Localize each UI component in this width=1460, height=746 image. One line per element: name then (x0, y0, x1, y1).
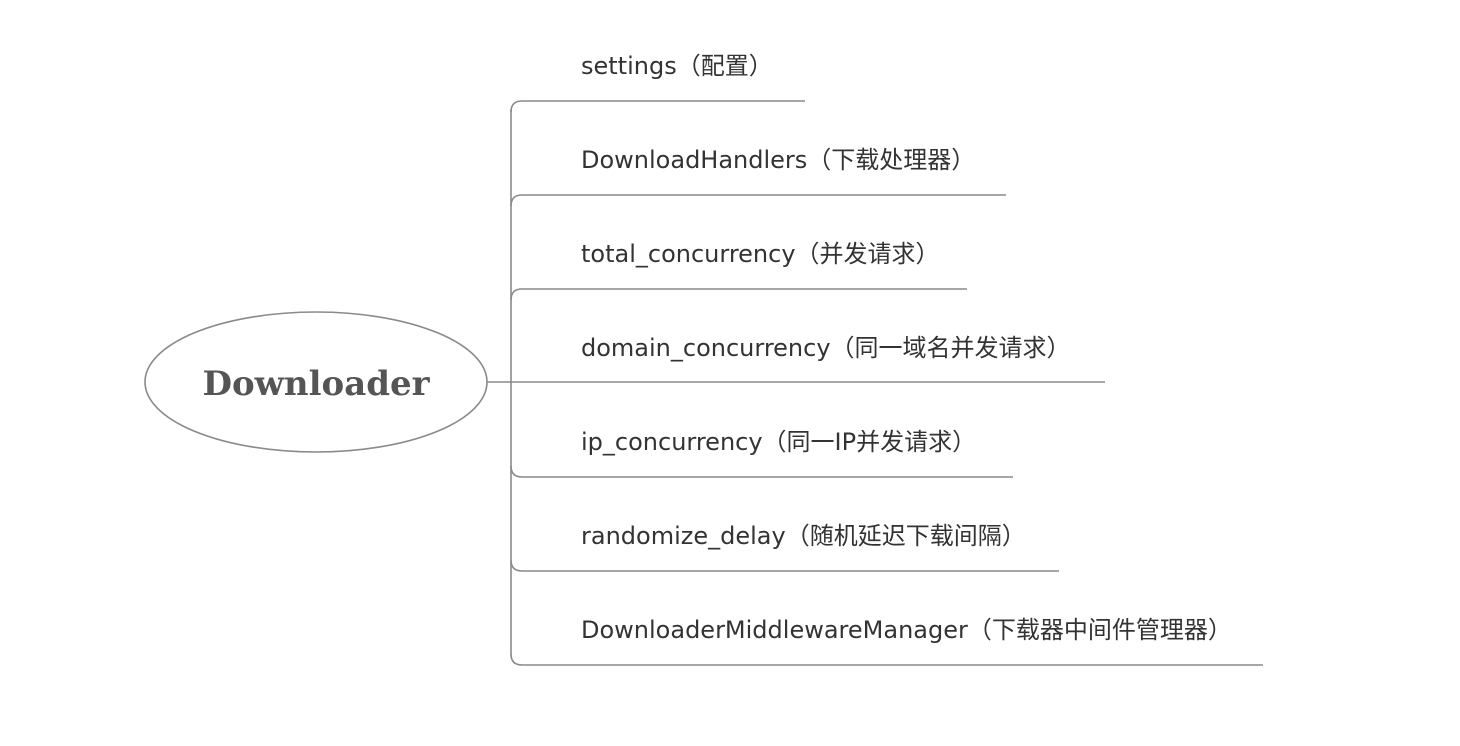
branch-label: DownloaderMiddlewareManager（下载器中间件管理器） (581, 616, 1232, 644)
branch-underline (510, 465, 1013, 478)
branch-label: ip_concurrency（同一IP并发请求） (581, 428, 976, 456)
branch-label: DownloadHandlers（下载处理器） (581, 146, 975, 174)
branch-node-randomize-delay[interactable]: randomize_delay（随机延迟下载间隔） (510, 522, 1059, 572)
branch-node-downloader-middleware-manager[interactable]: DownloaderMiddlewareManager（下载器中间件管理器） (510, 616, 1263, 666)
branch-node-ip-concurrency[interactable]: ip_concurrency（同一IP并发请求） (510, 428, 1013, 478)
root-node[interactable]: Downloader (144, 311, 488, 453)
branch-underline (510, 194, 1006, 207)
branch-label: total_concurrency（并发请求） (581, 240, 940, 268)
branch-label: randomize_delay（随机延迟下载间隔） (581, 522, 1026, 550)
branch-label: domain_concurrency（同一域名并发请求） (581, 334, 1071, 362)
branch-label: settings（配置） (581, 52, 773, 80)
root-label: Downloader (202, 364, 430, 404)
branch-underline (510, 653, 1263, 666)
branch-node-settings[interactable]: settings（配置） (510, 52, 805, 113)
branch-underline (510, 100, 805, 113)
branch-underline (510, 559, 1059, 572)
mindmap-canvas: settings（配置） DownloadHandlers（下载处理器） tot… (144, 52, 1263, 666)
branch-node-total-concurrency[interactable]: total_concurrency（并发请求） (510, 240, 967, 301)
branch-underline (510, 288, 967, 301)
branch-node-download-handlers[interactable]: DownloadHandlers（下载处理器） (510, 146, 1006, 207)
branch-node-domain-concurrency[interactable]: domain_concurrency（同一域名并发请求） (511, 334, 1105, 383)
